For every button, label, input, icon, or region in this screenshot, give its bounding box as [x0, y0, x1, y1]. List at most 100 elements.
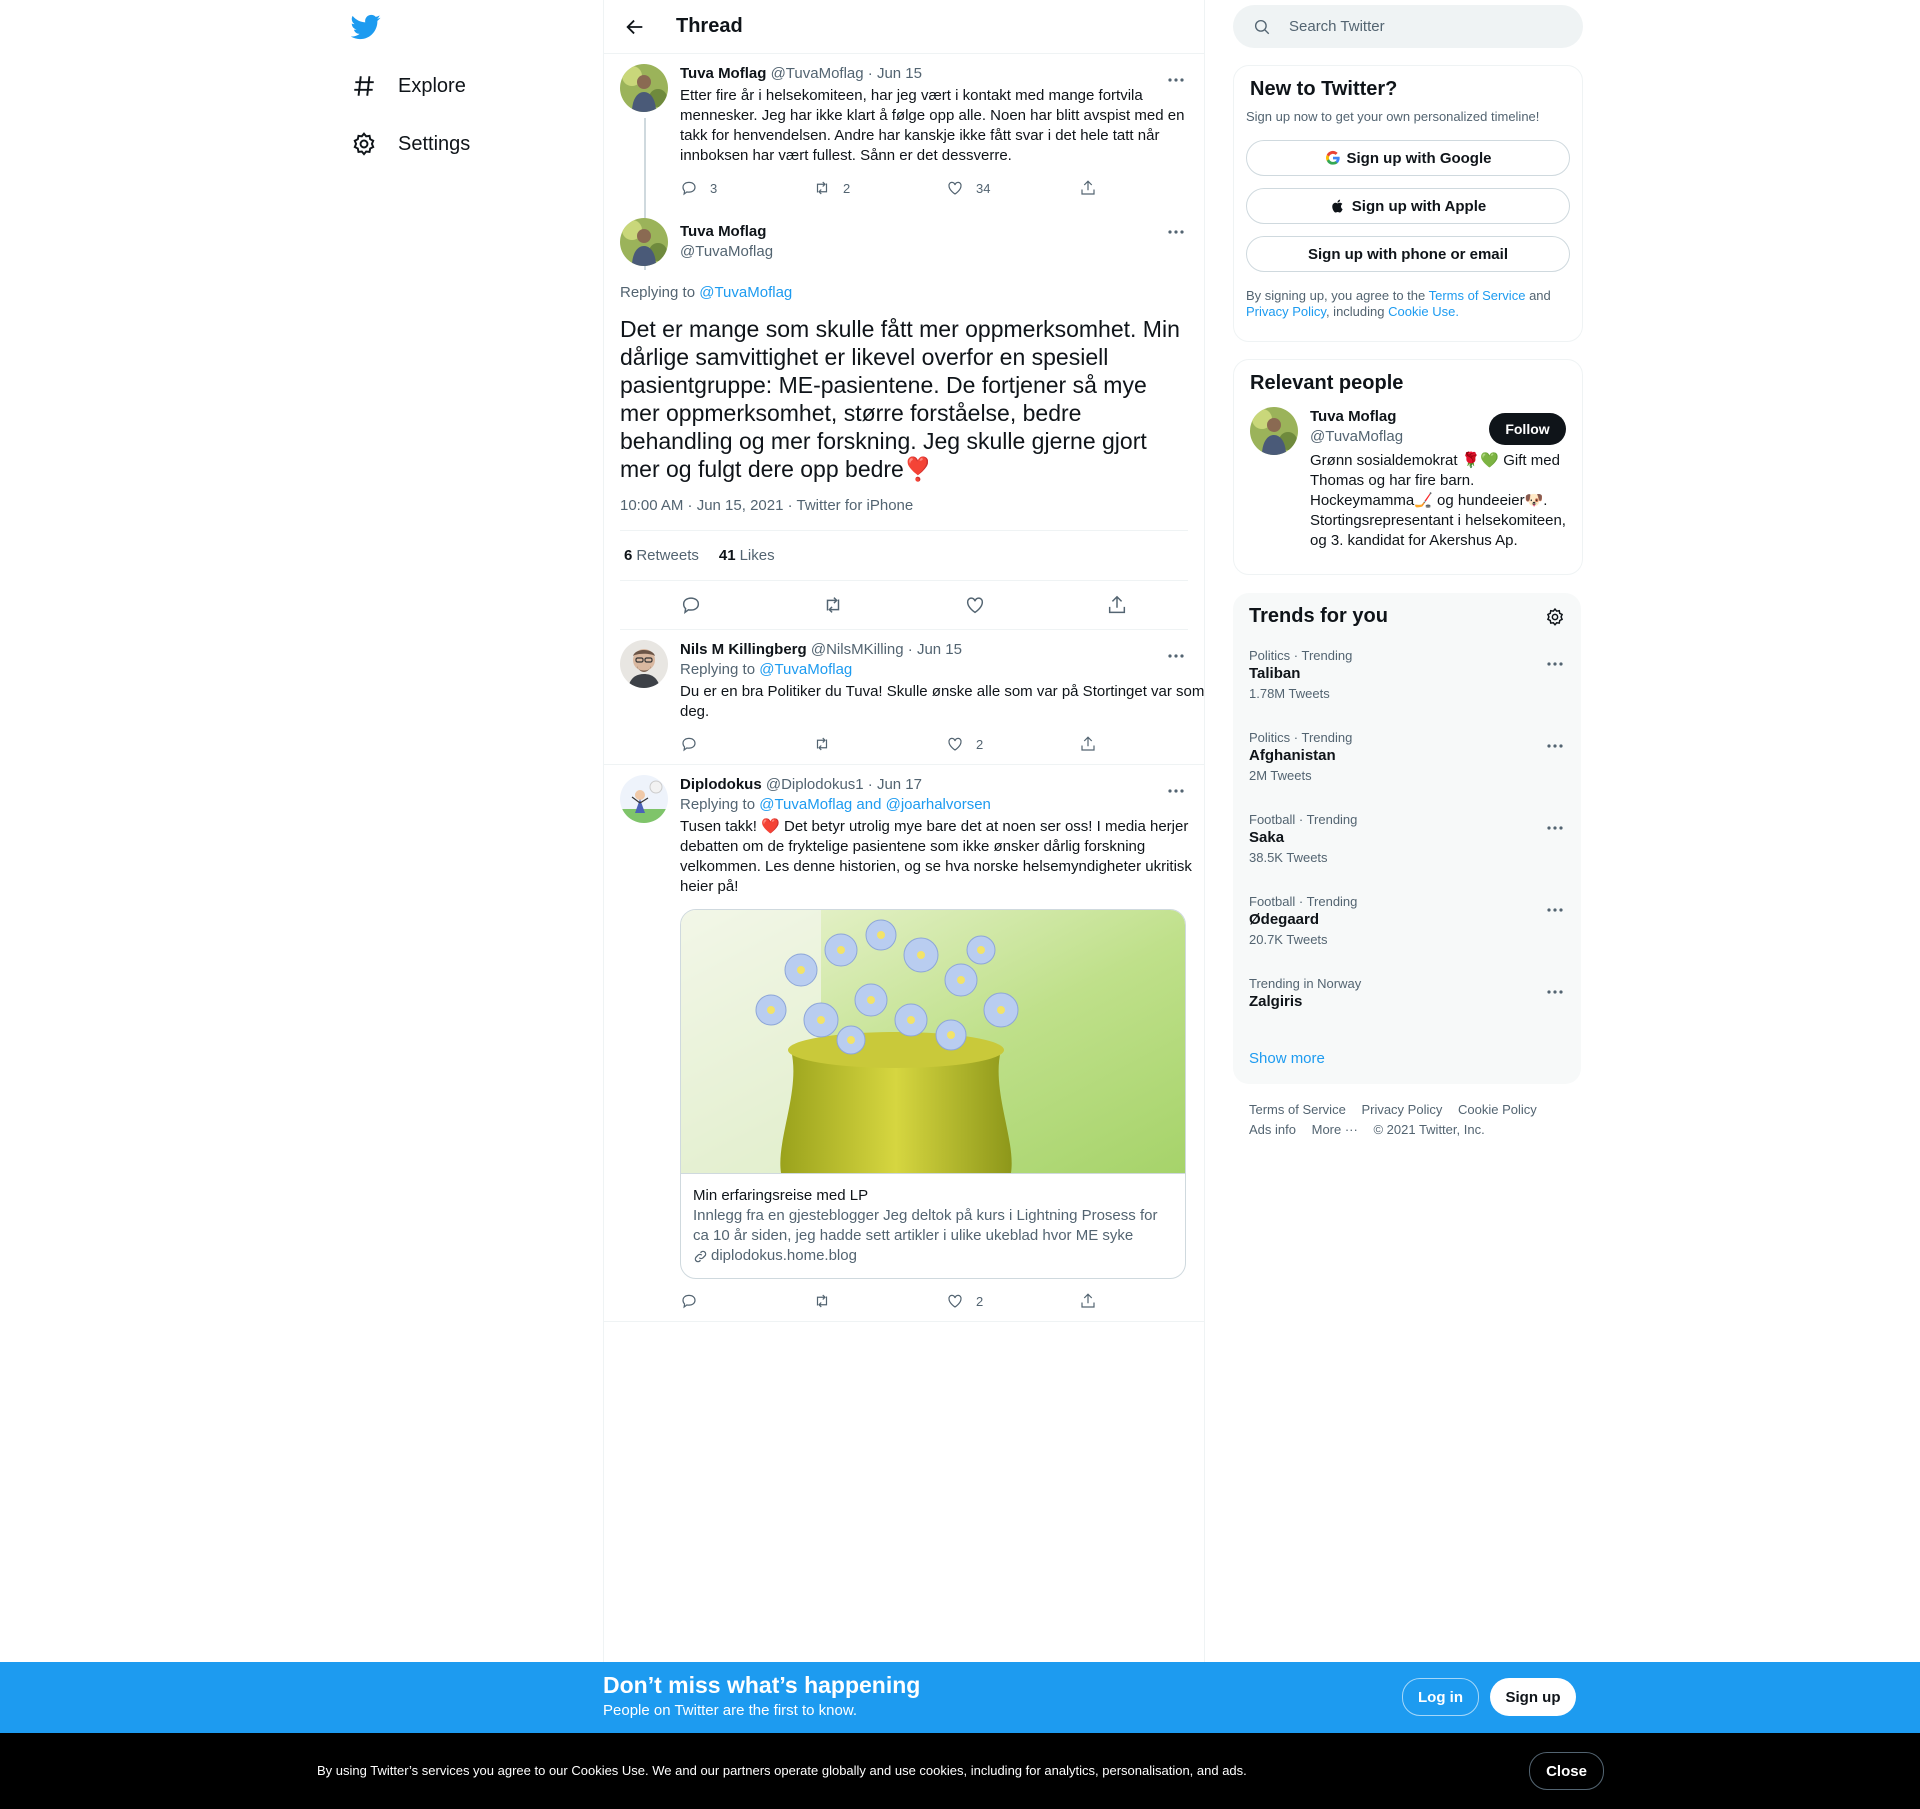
- replying-prefix: Replying to: [620, 284, 696, 301]
- trend-item[interactable]: Politics · Trending Afghanistan 2M Tweet…: [1233, 718, 1581, 788]
- replying-to-link[interactable]: @TuvaMoflag and @joarhalvorsen: [759, 796, 991, 813]
- trend-item[interactable]: Football · Trending Ødegaard 20.7K Tweet…: [1233, 882, 1581, 952]
- trend-count: 38.5K Tweets: [1249, 850, 1328, 865]
- reply-tweet[interactable]: Nils M Killingberg @NilsMKilling · Jun 1…: [604, 630, 1204, 765]
- author-handle[interactable]: @NilsMKilling: [811, 641, 904, 658]
- more-options-icon[interactable]: [1166, 781, 1186, 801]
- likes-count: 41: [718, 547, 736, 564]
- author-name[interactable]: Tuva Moflag: [680, 65, 766, 82]
- more-options-icon[interactable]: [1545, 900, 1565, 920]
- reply-button[interactable]: 3: [680, 179, 813, 197]
- footer-cookie-link[interactable]: Cookie Policy: [1458, 1102, 1537, 1117]
- cookie-link[interactable]: Cookie Use.: [1388, 304, 1459, 319]
- avatar[interactable]: [620, 218, 668, 266]
- signup-google-button[interactable]: Sign up with Google: [1246, 140, 1570, 176]
- trend-name: Ødegaard: [1249, 911, 1320, 928]
- footer-ads-link[interactable]: Ads info: [1249, 1122, 1296, 1137]
- follow-button[interactable]: Follow: [1489, 413, 1566, 445]
- share-icon: [1081, 736, 1095, 751]
- retweet-count: 2: [843, 180, 851, 196]
- like-count: 2: [976, 1293, 984, 1309]
- more-options-icon[interactable]: [1545, 818, 1565, 838]
- retweets-stat[interactable]: 6 Retweets: [624, 547, 699, 564]
- trend-count: 20.7K Tweets: [1249, 932, 1328, 947]
- footer-privacy-link[interactable]: Privacy Policy: [1361, 1102, 1442, 1117]
- reply-button[interactable]: [680, 735, 813, 753]
- terms-link[interactable]: Terms of Service: [1429, 288, 1526, 303]
- more-options-icon[interactable]: [1166, 70, 1186, 90]
- trend-count: 2M Tweets: [1249, 768, 1312, 783]
- link-card[interactable]: Min erfaringsreise med LP Innlegg fra en…: [680, 909, 1186, 1279]
- signup-button[interactable]: Sign up: [1490, 1678, 1576, 1716]
- author-handle[interactable]: @TuvaMoflag: [771, 65, 864, 82]
- nav-settings-label: Settings: [398, 132, 471, 155]
- trend-item[interactable]: Politics · Trending Taliban 1.78M Tweets: [1233, 636, 1581, 706]
- like-button[interactable]: 2: [946, 1292, 1079, 1310]
- retweet-button[interactable]: [813, 735, 946, 753]
- search-input[interactable]: Search Twitter: [1233, 5, 1583, 48]
- more-options-icon[interactable]: [1166, 646, 1186, 666]
- retweet-button[interactable]: 2: [813, 179, 946, 197]
- signup-phone-email-button[interactable]: Sign up with phone or email: [1246, 236, 1570, 272]
- privacy-link[interactable]: Privacy Policy: [1246, 304, 1326, 319]
- back-arrow-icon[interactable]: [624, 16, 646, 38]
- author-handle[interactable]: @TuvaMoflag: [680, 242, 773, 262]
- heart-icon[interactable]: [964, 594, 986, 616]
- reply-button[interactable]: [680, 1292, 813, 1310]
- author-handle[interactable]: @Diplodokus1: [766, 776, 864, 793]
- twitter-logo-icon[interactable]: [351, 12, 383, 44]
- likes-stat[interactable]: 41 Likes: [719, 547, 775, 564]
- relevant-person[interactable]: Tuva Moflag @TuvaMoflag Grønn sosialdemo…: [1234, 395, 1582, 563]
- trend-category: Politics · Trending: [1249, 648, 1353, 663]
- share-button[interactable]: [1079, 735, 1212, 753]
- hashtag-icon: [351, 73, 377, 99]
- tweet-text: Tusen takk! ❤️ Det betyr utrolig mye bar…: [680, 818, 1192, 895]
- like-button[interactable]: 34: [946, 179, 1079, 197]
- cookie-text: By using Twitter’s services you agree to…: [317, 1763, 1247, 1778]
- nav-settings[interactable]: Settings: [351, 124, 470, 164]
- more-options-icon[interactable]: [1166, 222, 1186, 242]
- share-button[interactable]: [1079, 179, 1212, 197]
- avatar[interactable]: [620, 640, 668, 688]
- login-button[interactable]: Log in: [1402, 1678, 1479, 1716]
- footer-more-link[interactable]: More ···: [1312, 1122, 1358, 1137]
- author-name[interactable]: Nils M Killingberg: [680, 641, 807, 658]
- replying-to-link[interactable]: @TuvaMoflag: [699, 284, 792, 301]
- legal-text-2: and: [1529, 288, 1551, 303]
- replying-to-link[interactable]: @TuvaMoflag: [759, 661, 852, 678]
- avatar[interactable]: [620, 64, 668, 112]
- avatar[interactable]: [620, 775, 668, 823]
- reply-icon: [682, 181, 696, 196]
- signup-apple-button[interactable]: Sign up with Apple: [1246, 188, 1570, 224]
- parent-tweet[interactable]: Tuva Moflag @TuvaMoflag · Jun 15 Etter f…: [604, 54, 1204, 270]
- share-button[interactable]: [1079, 1292, 1212, 1310]
- share-icon[interactable]: [1106, 594, 1128, 616]
- show-more-link[interactable]: Show more: [1249, 1050, 1325, 1067]
- nav-explore[interactable]: Explore: [351, 66, 466, 106]
- avatar[interactable]: [1250, 407, 1298, 455]
- trend-item[interactable]: Football · Trending Saka 38.5K Tweets: [1233, 800, 1581, 870]
- reply-tweet[interactable]: Diplodokus @Diplodokus1 · Jun 17 Replyin…: [604, 765, 1204, 1322]
- footer-terms-link[interactable]: Terms of Service: [1249, 1102, 1346, 1117]
- author-name[interactable]: Diplodokus: [680, 776, 762, 793]
- trend-category: Trending in Norway: [1249, 976, 1362, 991]
- retweet-button[interactable]: [813, 1292, 946, 1310]
- retweets-label: Retweets: [636, 547, 699, 564]
- author-name[interactable]: Tuva Moflag: [680, 222, 773, 242]
- retweet-icon[interactable]: [822, 594, 844, 616]
- heart-icon: [948, 737, 962, 751]
- more-options-icon[interactable]: [1545, 982, 1565, 1002]
- more-options-icon[interactable]: [1545, 654, 1565, 674]
- cookie-close-button[interactable]: Close: [1529, 1752, 1604, 1790]
- link-card-description: Innlegg fra en gjesteblogger Jeg deltok …: [693, 1207, 1158, 1244]
- tweet-date[interactable]: · Jun 15: [908, 641, 962, 658]
- tweet-date[interactable]: · Jun 17: [868, 776, 922, 793]
- tweet-date[interactable]: · Jun 15: [868, 65, 922, 82]
- gear-icon[interactable]: [1545, 607, 1565, 627]
- panel-subtitle: Sign up now to get your own personalized…: [1246, 109, 1540, 124]
- tweet-timestamp[interactable]: 10:00 AM · Jun 15, 2021 · Twitter for iP…: [620, 497, 1188, 531]
- more-options-icon[interactable]: [1545, 736, 1565, 756]
- reply-icon[interactable]: [680, 594, 702, 616]
- trend-item[interactable]: Trending in Norway Zalgiris: [1233, 964, 1581, 1034]
- like-button[interactable]: 2: [946, 735, 1079, 753]
